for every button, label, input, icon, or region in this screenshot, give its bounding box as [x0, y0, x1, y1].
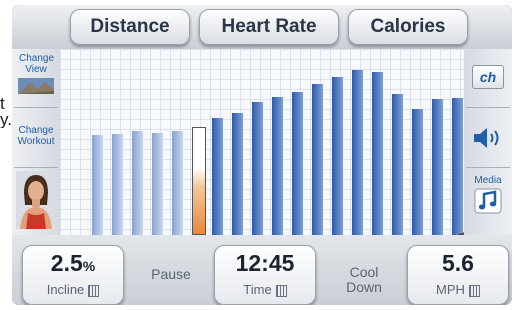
- trainer-avatar: [16, 171, 56, 229]
- cool-down-button[interactable]: Cool Down: [334, 265, 394, 295]
- tab-calories[interactable]: Calories: [348, 9, 468, 45]
- tab-distance[interactable]: Distance: [70, 9, 190, 45]
- profile-bar: [432, 99, 443, 235]
- music-note-icon: [474, 188, 502, 214]
- volume-button[interactable]: [466, 109, 510, 168]
- profile-bar: [152, 133, 163, 235]
- right-panel: ch Media: [464, 49, 512, 235]
- profile-bar: [412, 109, 423, 235]
- channel-button[interactable]: ch: [466, 49, 510, 108]
- channel-label: ch: [479, 69, 497, 85]
- keypad-icon: [468, 284, 480, 297]
- keypad-icon: [88, 284, 100, 297]
- profile-bar: [332, 77, 343, 235]
- profile-bar: [272, 97, 283, 235]
- incline-display[interactable]: 2.5% Incline: [22, 245, 124, 305]
- profile-bar: [132, 131, 143, 235]
- media-label: Media: [474, 175, 502, 186]
- profile-bar: [372, 72, 383, 235]
- change-workout-label: Change Workout: [17, 125, 55, 147]
- profile-bar: [292, 92, 303, 235]
- left-panel: Change View Change Workout: [12, 49, 60, 235]
- incline-value: 2.5%: [23, 250, 123, 277]
- time-label: Time: [215, 282, 315, 297]
- keypad-icon: [275, 284, 287, 297]
- time-label-text: Time: [243, 282, 272, 297]
- workout-profile-chart: [60, 49, 464, 235]
- background-text: t y.: [0, 96, 12, 128]
- tab-heart-rate[interactable]: Heart Rate: [199, 9, 339, 45]
- speed-label: MPH: [408, 282, 508, 297]
- background-text-line: y.: [0, 110, 12, 128]
- profile-bar: [232, 113, 243, 235]
- pause-button[interactable]: Pause: [136, 267, 206, 282]
- channel-icon: ch: [472, 65, 504, 89]
- incline-unit: %: [82, 258, 96, 274]
- speed-label-text: MPH: [436, 282, 465, 297]
- console-frame: Distance Heart Rate Calories Change View…: [12, 5, 512, 305]
- incline-label: Incline: [23, 282, 123, 297]
- profile-bar: [352, 70, 363, 235]
- change-view-label: Change View: [19, 53, 55, 75]
- current-segment-bar: [192, 127, 206, 235]
- profile-bar: [392, 94, 403, 235]
- time-value: 12:45: [235, 250, 295, 276]
- speaker-icon: [474, 128, 499, 148]
- trainer-avatar-button[interactable]: [14, 171, 58, 233]
- speed-value: 5.6: [442, 250, 474, 276]
- change-workout-button[interactable]: Change Workout: [14, 109, 58, 168]
- incline-number: 2.5: [50, 250, 83, 276]
- profile-bar: [452, 98, 463, 235]
- time-display[interactable]: 12:45 Time: [214, 245, 316, 305]
- profile-bar: [312, 84, 323, 235]
- media-button[interactable]: Media: [466, 171, 510, 231]
- landscape-thumbnail-icon: [18, 78, 54, 94]
- profile-bar: [112, 134, 123, 235]
- profile-bar: [252, 102, 263, 235]
- speed-display[interactable]: 5.6 MPH: [407, 245, 509, 305]
- incline-label-text: Incline: [46, 282, 85, 297]
- metric-tab-bar: Distance Heart Rate Calories: [12, 5, 512, 53]
- profile-bar: [172, 131, 183, 235]
- change-view-button[interactable]: Change View: [14, 49, 58, 108]
- profile-bar: [212, 118, 223, 235]
- profile-bar: [92, 135, 103, 235]
